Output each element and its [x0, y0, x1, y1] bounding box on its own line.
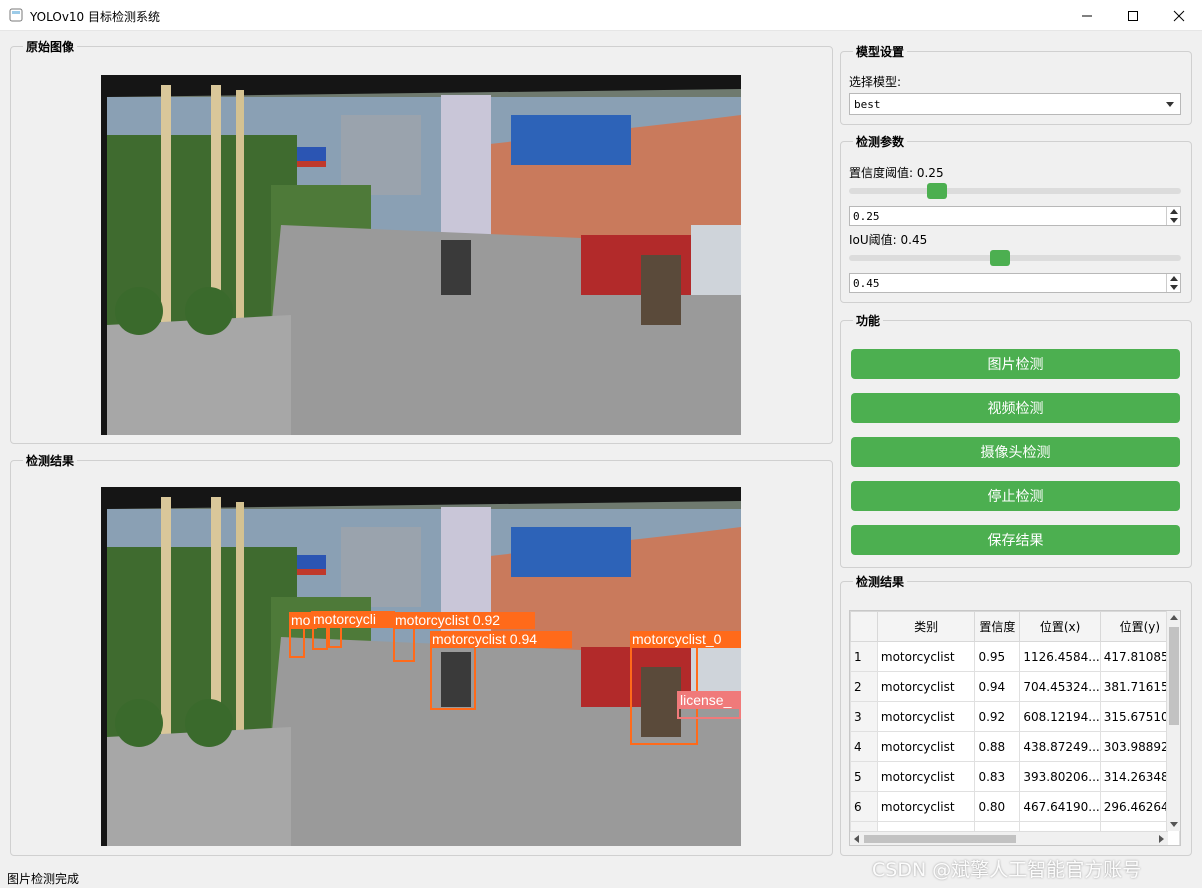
chevron-down-icon	[1166, 102, 1174, 107]
close-icon	[1173, 10, 1185, 21]
iou-spin-buttons[interactable]	[1166, 274, 1180, 292]
row-number[interactable]: 1	[850, 641, 878, 672]
confidence-slider-handle[interactable]	[927, 183, 947, 199]
original-image-title: 原始图像	[23, 38, 78, 55]
status-text: 图片检测完成	[7, 872, 80, 886]
confidence-spinbox[interactable]: 0.25	[849, 206, 1181, 226]
video-detect-button[interactable]: 视频检测	[851, 393, 1180, 423]
save-results-button[interactable]: 保存结果	[851, 525, 1180, 555]
detection-label: motorcyclist_0	[632, 631, 722, 647]
cell-confidence[interactable]: 0.88	[974, 731, 1021, 762]
arrow-down-icon[interactable]	[1170, 285, 1178, 290]
cell-confidence[interactable]: 0.80	[974, 791, 1021, 822]
iou-slider[interactable]	[849, 255, 1181, 261]
row-number[interactable]: 5	[850, 761, 878, 792]
table-row[interactable]: 4 motorcyclist 0.88 438.87249... 303.988…	[850, 731, 1180, 762]
cell-class[interactable]: motorcyclist	[876, 641, 976, 672]
table-row[interactable]: 5 motorcyclist 0.83 393.80206... 314.263…	[850, 761, 1180, 792]
result-image-title: 检测结果	[23, 452, 78, 469]
title-bar: YOLOv10 目标检测系统	[0, 0, 1202, 31]
arrow-up-icon[interactable]	[1170, 276, 1178, 281]
cell-confidence[interactable]: 0.92	[974, 701, 1021, 732]
confidence-spin-buttons[interactable]	[1166, 207, 1180, 225]
watermark: CSDN @斌擎人工智能官方账号	[872, 859, 1142, 881]
close-button[interactable]	[1156, 0, 1202, 31]
arrow-down-icon[interactable]	[1170, 218, 1178, 223]
street-scene-result: mo motorcycli motorcyclist 0.92 motorcyc…	[101, 487, 741, 846]
street-scene-original	[101, 75, 741, 435]
table-row[interactable]: 2 motorcyclist 0.94 704.45324... 381.716…	[850, 671, 1180, 702]
horizontal-scroll-thumb[interactable]	[864, 835, 1016, 843]
confidence-label: 置信度阈值: 0.25	[849, 166, 944, 180]
detection-label: motorcycli	[313, 611, 376, 627]
app-icon	[9, 8, 23, 22]
image-detect-button[interactable]: 图片检测	[851, 349, 1180, 379]
cell-x[interactable]: 438.87249...	[1019, 731, 1101, 762]
model-select[interactable]: best	[849, 93, 1181, 115]
iou-label: IoU阈值: 0.45	[849, 233, 928, 247]
detection-label: license_	[680, 692, 732, 708]
cell-x[interactable]: 704.45324...	[1019, 671, 1101, 702]
iou-spinbox[interactable]: 0.45	[849, 273, 1181, 293]
cell-class[interactable]: motorcyclist	[876, 791, 976, 822]
cell-confidence[interactable]: 0.94	[974, 671, 1021, 702]
row-number[interactable]: 2	[850, 671, 878, 702]
table-row[interactable]: 6 motorcyclist 0.80 467.64190... 296.462…	[850, 791, 1180, 822]
detection-label: motorcyclist 0.92	[395, 612, 500, 628]
scroll-up-icon[interactable]	[1167, 611, 1181, 625]
minimize-icon	[1082, 15, 1092, 16]
results-table[interactable]: 类别 置信度 位置(x) 位置(y) 1 motorcyclist 0.95 1…	[849, 610, 1181, 846]
maximize-button[interactable]	[1110, 0, 1156, 31]
row-number[interactable]: 6	[850, 791, 878, 822]
arrow-up-icon[interactable]	[1170, 209, 1178, 214]
minimize-button[interactable]	[1064, 0, 1110, 31]
table-row[interactable]: 1 motorcyclist 0.95 1126.4584... 417.810…	[850, 641, 1180, 672]
window-title: YOLOv10 目标检测系统	[30, 10, 161, 24]
scroll-right-icon[interactable]	[1154, 832, 1168, 846]
original-image	[101, 75, 741, 435]
confidence-spinbox-value: 0.25	[853, 210, 880, 223]
scroll-down-icon[interactable]	[1167, 817, 1181, 831]
cell-confidence[interactable]: 0.95	[974, 641, 1021, 672]
vertical-scrollbar[interactable]	[1166, 611, 1180, 831]
stop-detect-button[interactable]: 停止检测	[851, 481, 1180, 511]
detection-params-title: 检测参数	[853, 133, 908, 150]
cell-class[interactable]: motorcyclist	[876, 761, 976, 792]
cell-class[interactable]: motorcyclist	[876, 701, 976, 732]
results-grid: 类别 置信度 位置(x) 位置(y) 1 motorcyclist 0.95 1…	[850, 611, 1180, 845]
model-select-label: 选择模型:	[849, 75, 902, 89]
camera-detect-button[interactable]: 摄像头检测	[851, 437, 1180, 467]
detection-label: motorcyclist 0.94	[432, 631, 537, 647]
confidence-slider[interactable]	[849, 188, 1181, 194]
vertical-scroll-thumb[interactable]	[1169, 627, 1179, 725]
row-number[interactable]: 3	[850, 701, 878, 732]
cell-class[interactable]: motorcyclist	[876, 671, 976, 702]
row-number[interactable]: 4	[850, 731, 878, 762]
column-header-x[interactable]: 位置(x)	[1019, 611, 1101, 642]
column-header-confidence[interactable]: 置信度	[974, 611, 1021, 642]
scroll-left-icon[interactable]	[850, 832, 864, 846]
table-row[interactable]: 3 motorcyclist 0.92 608.12194... 315.675…	[850, 701, 1180, 732]
cell-x[interactable]: 393.80206...	[1019, 761, 1101, 792]
cell-class[interactable]: motorcyclist	[876, 731, 976, 762]
corner-header[interactable]	[850, 611, 878, 642]
cell-x[interactable]: 467.64190...	[1019, 791, 1101, 822]
result-image: mo motorcycli motorcyclist 0.92 motorcyc…	[101, 487, 741, 846]
maximize-icon	[1128, 10, 1138, 21]
detection-label: mo	[291, 612, 311, 628]
cell-confidence[interactable]: 0.83	[974, 761, 1021, 792]
table-header-row: 类别 置信度 位置(x) 位置(y)	[850, 611, 1180, 642]
cell-x[interactable]: 608.12194...	[1019, 701, 1101, 732]
cell-x[interactable]: 1126.4584...	[1019, 641, 1101, 672]
model-settings-title: 模型设置	[853, 43, 908, 60]
iou-slider-handle[interactable]	[990, 250, 1010, 266]
column-header-class[interactable]: 类别	[876, 611, 976, 642]
iou-spinbox-value: 0.45	[853, 277, 880, 290]
horizontal-scrollbar[interactable]	[850, 831, 1168, 845]
model-select-value: best	[854, 98, 881, 111]
functions-title: 功能	[853, 312, 884, 329]
results-title: 检测结果	[853, 573, 908, 590]
